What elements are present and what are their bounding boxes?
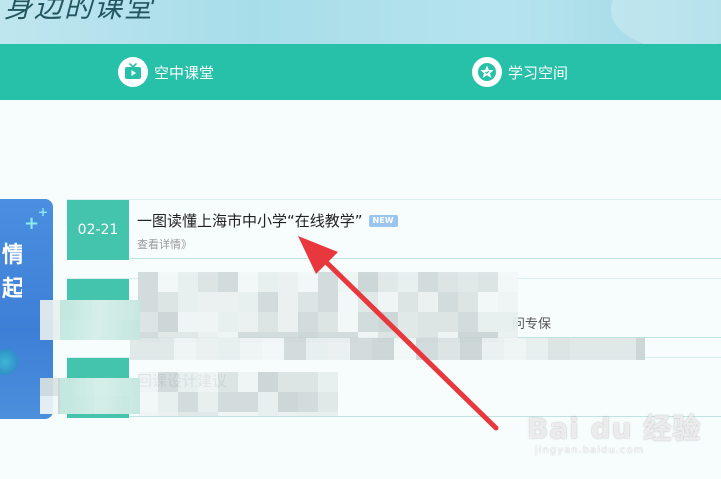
tv-play-icon — [118, 57, 148, 87]
date-badge: 02-21 — [67, 200, 129, 260]
list-item[interactable]: 02-21 一图读懂上海市中小学“在线教学” NEW 查看详情》 — [67, 199, 721, 260]
main-nav: 空中课堂 学习空间 — [0, 44, 721, 100]
plus-decoration-icon: + — [24, 213, 40, 234]
nav-item-label: 学习空间 — [508, 63, 569, 82]
promo-text-line: 情 — [2, 243, 22, 268]
banner-title: 身边的课堂 — [4, 0, 155, 24]
news-title-link[interactable]: 回课设计建议 — [137, 370, 227, 391]
date-badge — [67, 358, 129, 418]
plus-decoration-icon: + — [38, 205, 49, 219]
promo-text: 情 起 — [2, 239, 22, 307]
promo-banner[interactable]: + + 情 起 — [0, 199, 53, 419]
watermark-url: jingyan.baidu.com — [535, 445, 645, 456]
date-badge: 02- — [67, 279, 129, 339]
view-details-link[interactable]: 查看详情》 — [137, 236, 192, 252]
news-title-text: 一图读懂上海市中小学“在线教学” — [137, 212, 363, 230]
promo-text-line: 起 — [2, 277, 22, 302]
star-icon — [472, 57, 502, 87]
news-title-link[interactable]: 一图读懂上海市中小学“在线教学” NEW — [137, 210, 398, 231]
nav-item-label: 空中课堂 — [154, 63, 215, 82]
nav-item-study-space[interactable]: 学习空间 — [472, 56, 568, 88]
nav-item-live-class[interactable]: 空中课堂 — [118, 56, 214, 88]
list-item[interactable]: 02- 问专保 — [67, 278, 721, 339]
new-badge: NEW — [368, 215, 398, 227]
top-banner: 身边的课堂 — [0, 0, 721, 44]
virus-decoration-icon — [0, 349, 18, 375]
list-item[interactable]: 回课设计建议 — [67, 357, 721, 418]
news-title-fragment: 问专保 — [512, 317, 552, 332]
